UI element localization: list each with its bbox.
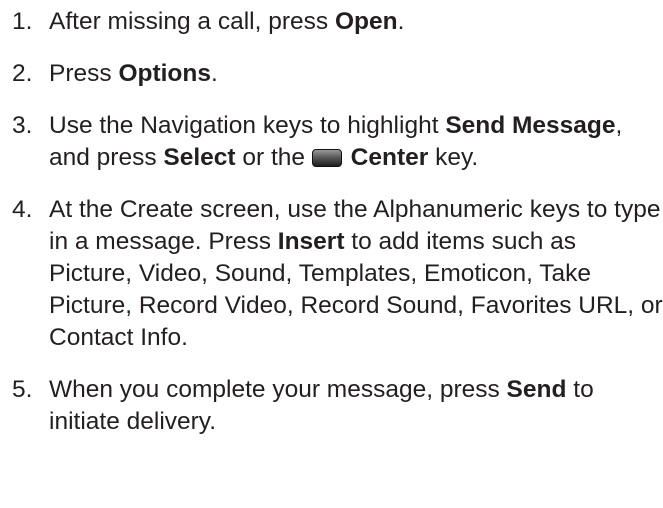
step-number: 4. <box>12 196 33 223</box>
send-key-label: Send <box>506 376 567 403</box>
step-text: Use the Navigation keys to highlight <box>49 112 446 139</box>
step-2: 2. Press Options. <box>12 58 663 90</box>
select-key-label: Select <box>163 144 236 171</box>
step-4: 4. At the Create screen, use the Alphanu… <box>12 194 663 354</box>
instructions-page: 1. After missing a call, press Open. 2. … <box>0 0 663 508</box>
open-key-label: Open <box>334 8 398 35</box>
send-message-option-label: Send Message <box>445 112 616 139</box>
step-number: 1. <box>12 8 33 35</box>
step-text: key. <box>428 144 479 171</box>
step-text: or the <box>235 144 312 171</box>
step-5: 5. When you complete your message, press… <box>12 374 663 438</box>
step-text: . <box>397 8 405 35</box>
insert-key-label: Insert <box>277 228 345 255</box>
steps-list: 1. After missing a call, press Open. 2. … <box>12 6 663 438</box>
step-text: . <box>210 60 218 87</box>
step-number: 2. <box>12 60 33 87</box>
step-1: 1. After missing a call, press Open. <box>12 6 663 38</box>
step-number: 3. <box>12 112 33 139</box>
step-text: Press <box>49 60 119 87</box>
step-text: After missing a call, press <box>49 8 335 35</box>
options-key-label: Options <box>118 60 211 87</box>
step-3: 3. Use the Navigation keys to highlight … <box>12 110 663 174</box>
step-text: When you complete your message, press <box>49 376 507 403</box>
step-number: 5. <box>12 376 33 403</box>
center-key-icon <box>311 149 342 167</box>
center-key-label: Center <box>350 144 429 171</box>
